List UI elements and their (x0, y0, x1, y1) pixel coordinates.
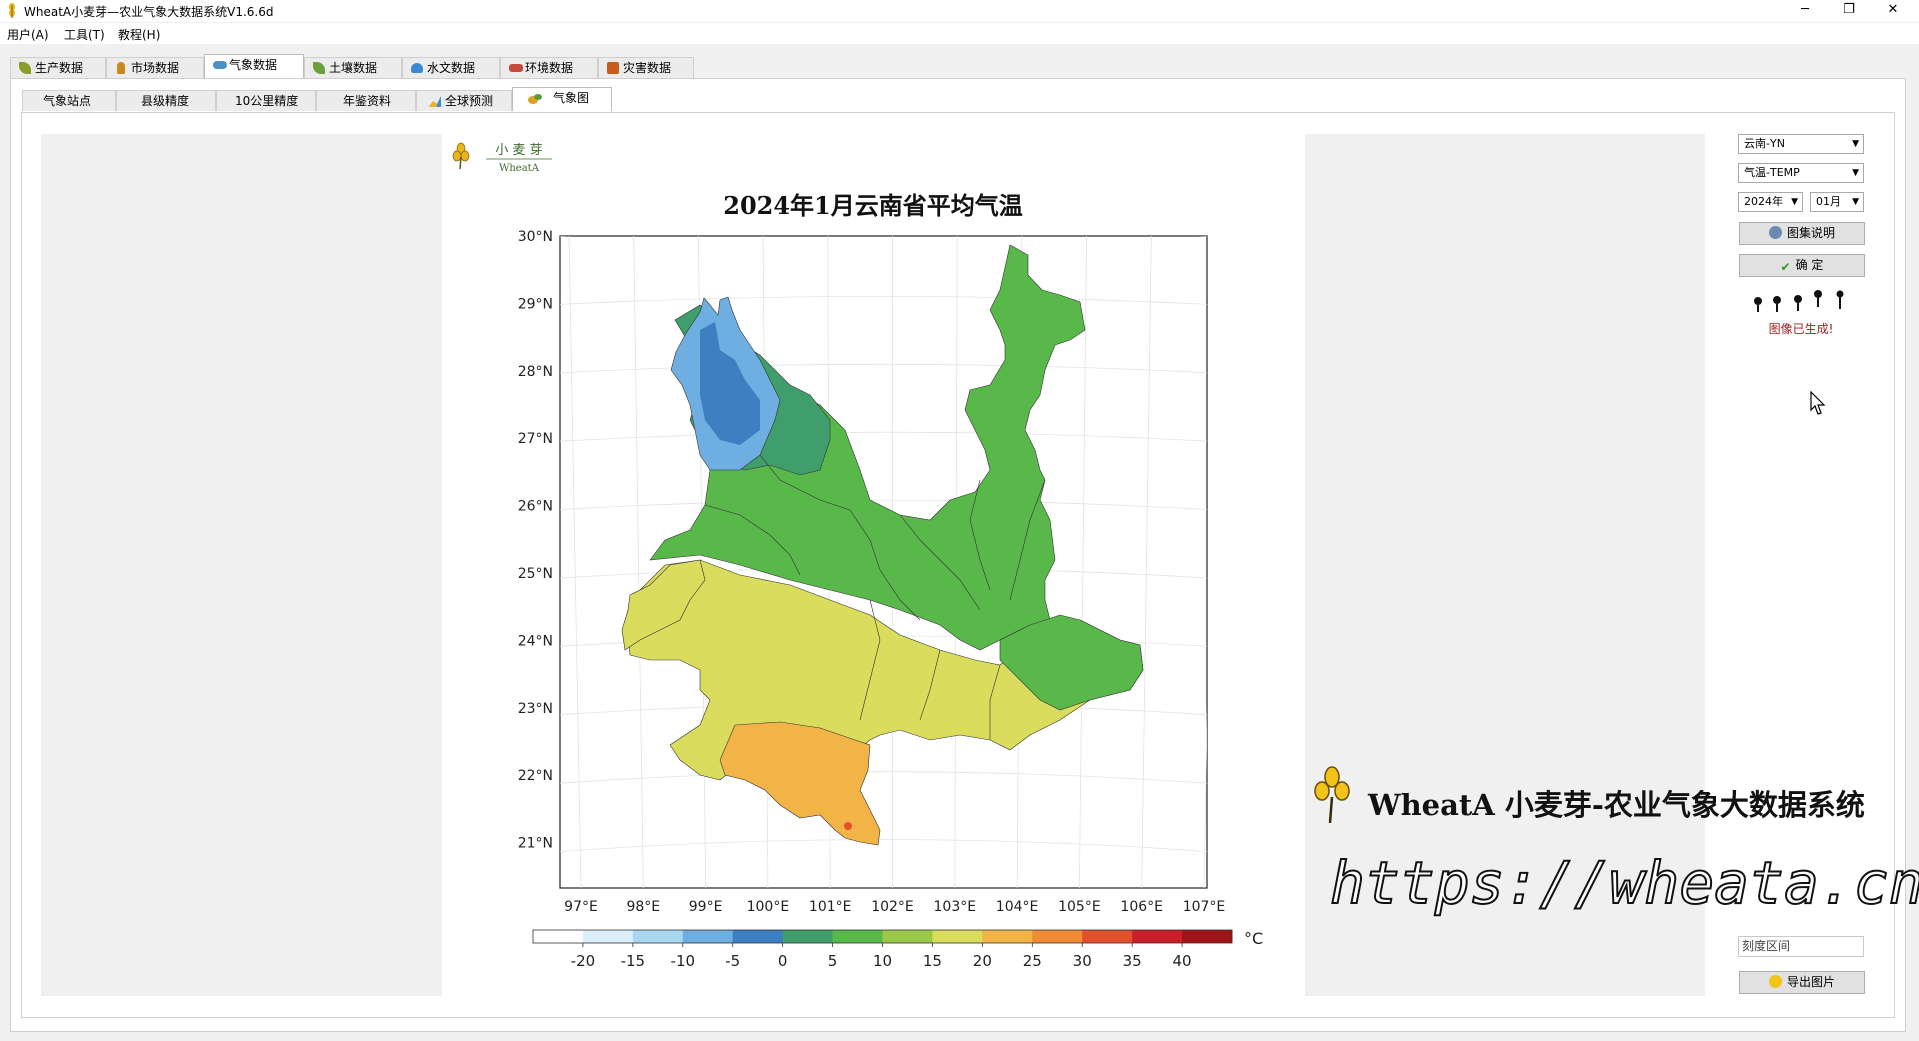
colorbar (532, 929, 1233, 944)
colorbar-tick-label: -5 (725, 952, 740, 970)
longitude-tick-label: 107°E (1183, 899, 1226, 915)
latitude-tick-label: 23°N (518, 701, 553, 717)
colorbar-tick-label: -10 (671, 952, 696, 970)
month-select-value: 01月 (1816, 195, 1841, 208)
legend-button[interactable]: 图集说明 (1739, 222, 1865, 245)
colorbar-tick-label: 30 (1073, 952, 1092, 970)
longitude-tick-label: 98°E (626, 899, 660, 915)
latitude-tick-labels: 30°N 29°N 28°N 27°N 26°N 25°N 24°N 23°N 22°N 21°N (518, 229, 553, 852)
colorbar-segment (832, 930, 883, 943)
colorbar-segment (982, 930, 1033, 943)
colorbar-segment (732, 930, 784, 943)
parallel-line (560, 236, 1207, 237)
chevron-down-icon: ▼ (1852, 168, 1859, 178)
colorbar-segment (582, 930, 634, 943)
latitude-tick-label: 27°N (518, 431, 553, 447)
watermark-url: https://wheata.cn (1330, 849, 1919, 917)
colorbar-tick-label: 10 (873, 952, 892, 970)
colorbar-tick-labels: -20 -15 -10 -5 0 5 10 15 20 25 30 35 40 (571, 943, 1192, 970)
confirm-button[interactable]: ✔ 确 定 (1739, 254, 1865, 277)
colorbar-segment (932, 930, 983, 943)
colorbar-tick-label: 25 (1023, 952, 1042, 970)
longitude-tick-label: 103°E (934, 899, 977, 915)
variable-select[interactable]: 气温-TEMP ▼ (1738, 163, 1864, 183)
longitude-tick-labels: 97°E 98°E 99°E 100°E 101°E 102°E 103°E 104°E 105… (564, 899, 1225, 915)
export-image-button[interactable]: 导出图片 (1739, 971, 1865, 994)
colorbar-tick-label: 40 (1173, 952, 1192, 970)
longitude-tick-label: 101°E (809, 899, 852, 915)
checkmark-icon: ✔ (1780, 260, 1791, 274)
latitude-tick-label: 29°N (518, 296, 553, 312)
chevron-down-icon: ▼ (1791, 197, 1798, 207)
colorbar-segment (1082, 930, 1133, 943)
longitude-tick-label: 104°E (996, 899, 1039, 915)
wheata-logo: 小 麦 芽 WheatA (452, 142, 552, 174)
colorbar-segment (1032, 930, 1083, 943)
colorbar-segment (782, 930, 834, 943)
export-button-label: 导出图片 (1786, 975, 1835, 989)
colorbar-tick-label: 20 (973, 952, 992, 970)
longitude-tick-label: 97°E (564, 899, 598, 915)
colorbar-tick-label: 0 (778, 952, 788, 970)
mouse-cursor-icon (1810, 391, 1826, 415)
longitude-tick-label: 105°E (1058, 899, 1101, 915)
region-select-value: 云南-YN (1744, 137, 1785, 150)
colorbar-tick-label: -15 (621, 952, 646, 970)
variable-select-value: 气温-TEMP (1744, 166, 1800, 179)
longitude-tick-label: 100°E (747, 899, 790, 915)
chevron-down-icon: ▼ (1852, 197, 1859, 207)
legend-button-label: 图集说明 (1786, 226, 1835, 240)
colorbar-tick-label: 35 (1123, 952, 1142, 970)
latitude-tick-label: 24°N (518, 633, 553, 649)
colorbar-tick-label: 15 (923, 952, 942, 970)
colorbar-unit: °C (1244, 929, 1263, 948)
confirm-button-label: 确 定 (1795, 258, 1824, 272)
year-select-value: 2024年 (1744, 195, 1783, 208)
chevron-down-icon: ▼ (1852, 139, 1859, 149)
logo-en-text: WheatA (499, 163, 540, 174)
colorbar-segment (632, 930, 684, 943)
latitude-tick-label: 28°N (518, 364, 553, 380)
status-text: 图像已生成! (1768, 322, 1834, 336)
colorbar-segment (882, 930, 933, 943)
latitude-tick-label: 26°N (518, 499, 553, 515)
colorbar-tick-label: -20 (571, 952, 596, 970)
colorbar-tick-label: 5 (828, 952, 838, 970)
progress-figures-icon (1754, 290, 1844, 312)
smiley-icon (1768, 975, 1782, 988)
latitude-tick-label: 30°N (518, 229, 553, 245)
region-select[interactable]: 云南-YN ▼ (1738, 134, 1864, 154)
watermark-title: WheatA 小麦芽-农业气象大数据系统 (1367, 788, 1865, 822)
scale-range-input[interactable]: 刻度区间 (1738, 936, 1864, 957)
watermark-wheat-icon (1314, 766, 1350, 824)
latitude-tick-label: 21°N (518, 836, 553, 852)
latitude-tick-label: 25°N (518, 566, 553, 582)
longitude-tick-label: 106°E (1120, 899, 1163, 915)
colorbar-segment (682, 930, 734, 943)
colorbar-segment (1132, 930, 1183, 943)
logo-cn-text: 小 麦 芽 (495, 143, 542, 158)
year-select[interactable]: 2024年 ▼ (1738, 192, 1803, 212)
info-icon (1768, 226, 1782, 239)
colorbar-segment (533, 930, 584, 943)
latitude-tick-label: 22°N (518, 768, 553, 784)
watermark: WheatA 小麦芽-农业气象大数据系统 https://wheata.cn (1314, 766, 1919, 918)
colorbar-segment (1182, 930, 1233, 943)
month-select[interactable]: 01月 ▼ (1810, 192, 1864, 212)
temperature-map-chart: 小 麦 芽 WheatA 2024年1月云南省平均气温 30°N29°N28°N… (452, 142, 1919, 970)
longitude-tick-label: 99°E (689, 899, 723, 915)
longitude-tick-label: 102°E (871, 899, 914, 915)
chart-title: 2024年1月云南省平均气温 (723, 191, 1023, 220)
